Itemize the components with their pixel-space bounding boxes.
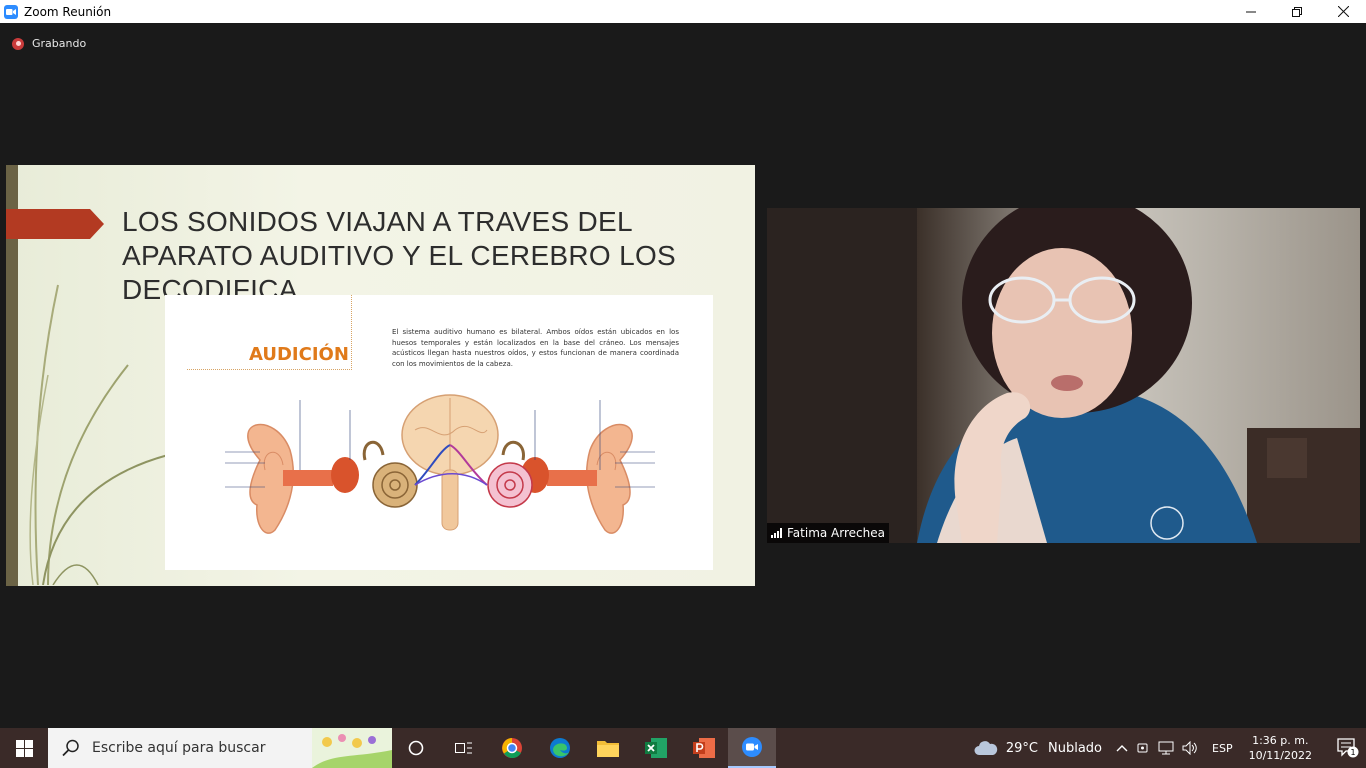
minimize-icon [1246, 11, 1256, 12]
zoom-app-icon [4, 4, 18, 19]
ear-figure: AUDICIÓN El sistema auditivo humano es b… [165, 295, 713, 570]
slide-title: LOS SONIDOS VIAJAN A TRAVES DEL APARATO … [122, 206, 676, 305]
notification-center-button[interactable]: 1 [1330, 728, 1366, 768]
restore-button[interactable] [1274, 0, 1320, 23]
system-tray: 29°C Nublado ESP 1:36 p. m. 10/11/2022 1 [974, 728, 1366, 768]
start-button[interactable] [0, 728, 48, 768]
zoom-taskbar-button[interactable] [728, 728, 776, 768]
title-bar: Zoom Reunión [0, 0, 1366, 23]
task-view-cortana-button[interactable] [392, 728, 440, 768]
ear-anatomy-illustration [225, 394, 655, 534]
meeting-stage: Grabando LOS SONIDOS VIAJAN A TRAVES DEL… [0, 23, 1366, 728]
close-icon [1337, 6, 1349, 17]
chrome-icon [502, 738, 522, 758]
task-view-button[interactable] [440, 728, 488, 768]
chrome-taskbar-button[interactable] [488, 728, 536, 768]
powerpoint-taskbar-button[interactable] [680, 728, 728, 768]
meet-now-icon[interactable] [1136, 741, 1150, 755]
participant-name: Fatima Arrechea [787, 526, 885, 540]
windows-logo-icon [15, 739, 33, 757]
search-highlight-illustration [312, 728, 392, 768]
taskbar: Escribe aquí para buscar 29°C Nublado ES… [0, 728, 1366, 768]
network-icon[interactable] [1158, 741, 1174, 755]
connection-signal-icon [771, 528, 782, 538]
search-icon [62, 739, 79, 757]
cloud-icon [974, 741, 998, 755]
window-title: Zoom Reunión [24, 4, 112, 19]
volume-icon[interactable] [1182, 741, 1198, 755]
notification-icon: 1 [1337, 738, 1359, 758]
cortana-circle-icon [408, 740, 424, 756]
input-language[interactable]: ESP [1212, 742, 1233, 755]
shared-slide: LOS SONIDOS VIAJAN A TRAVES DEL APARATO … [6, 165, 755, 586]
notification-count: 1 [1350, 748, 1355, 757]
search-placeholder: Escribe aquí para buscar [92, 740, 266, 756]
restore-icon [1292, 6, 1302, 17]
task-view-icon [455, 742, 472, 754]
figure-heading: AUDICIÓN [249, 344, 349, 365]
folder-icon [597, 741, 619, 757]
participant-name-tag: Fatima Arrechea [767, 523, 889, 543]
figure-description: El sistema auditivo humano es bilateral.… [392, 328, 679, 368]
chevron-up-icon[interactable] [1116, 744, 1128, 752]
weather-widget[interactable]: 29°C Nublado [974, 740, 1102, 756]
taskbar-search-box[interactable]: Escribe aquí para buscar [48, 728, 392, 768]
participant-video-frame [767, 208, 1360, 543]
edge-taskbar-button[interactable] [536, 728, 584, 768]
participant-video[interactable]: Fatima Arrechea [767, 208, 1360, 543]
excel-taskbar-button[interactable] [632, 728, 680, 768]
clock-time: 1:36 p. m. [1252, 734, 1309, 747]
weather-condition: Nublado [1048, 740, 1103, 756]
weather-temperature: 29°C [1005, 740, 1039, 756]
zoom-icon [742, 737, 762, 757]
recording-label: Grabando [32, 37, 87, 50]
recording-indicator[interactable]: Grabando [12, 37, 86, 50]
powerpoint-icon [693, 738, 715, 758]
recording-icon [12, 37, 24, 50]
close-button[interactable] [1320, 0, 1366, 23]
taskbar-clock[interactable]: 1:36 p. m. 10/11/2022 [1249, 733, 1312, 763]
clock-date: 10/11/2022 [1248, 749, 1312, 762]
minimize-button[interactable] [1228, 0, 1274, 23]
file-explorer-taskbar-button[interactable] [584, 728, 632, 768]
excel-icon [645, 738, 667, 758]
edge-icon [550, 738, 570, 758]
